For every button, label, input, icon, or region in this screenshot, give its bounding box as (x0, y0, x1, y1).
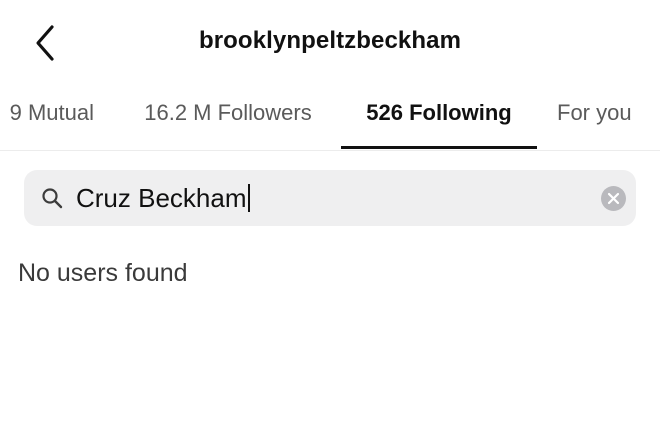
clear-search-button[interactable] (601, 186, 626, 211)
tab-following[interactable]: 526 Following (341, 88, 537, 150)
clear-icon (607, 192, 620, 205)
tab-following-label: 526 Following (366, 100, 512, 125)
tab-followers[interactable]: 16.2 M Followers (128, 88, 328, 150)
search-input-value: Cruz Beckham (76, 183, 247, 213)
search-input[interactable]: Cruz Beckham (76, 178, 596, 218)
tab-for-you[interactable]: For you (547, 88, 660, 150)
page-title: brooklynpeltzbeckham (198, 27, 462, 54)
tab-bar: 9 Mutual 16.2 M Followers 526 Following … (0, 88, 660, 151)
no-results-message: No users found (18, 259, 188, 287)
tab-followers-label: 16.2 M Followers (144, 100, 312, 125)
search-bar[interactable]: Cruz Beckham (24, 170, 636, 226)
top-bar: brooklynpeltzbeckham (0, 0, 660, 88)
tab-mutual[interactable]: 9 Mutual (0, 88, 100, 150)
tab-mutual-label: 9 Mutual (9, 100, 94, 125)
search-icon (40, 186, 64, 210)
text-caret (247, 184, 250, 212)
active-tab-indicator (341, 146, 537, 149)
tab-for-you-label: For you (557, 100, 632, 125)
